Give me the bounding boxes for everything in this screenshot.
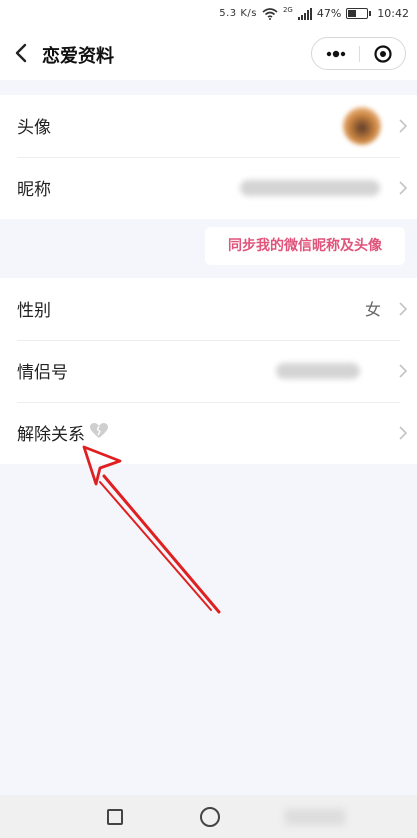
system-nav-bar <box>0 795 417 838</box>
avatar-label: 头像 <box>17 118 51 138</box>
chevron-right-icon <box>399 364 408 378</box>
recents-square-icon[interactable] <box>107 809 123 825</box>
back-arrow-icon[interactable] <box>12 42 32 64</box>
page-title: 恋爱资料 <box>42 46 114 67</box>
wifi-icon <box>262 7 278 20</box>
status-bar: 5.3 K/s 2G 47% 10:42 <box>0 0 417 28</box>
nickname-value-blurred <box>240 180 380 196</box>
battery-percent: 47% <box>316 7 342 20</box>
home-circle-icon[interactable] <box>200 807 220 827</box>
nickname-row[interactable]: 昵称 <box>0 157 417 219</box>
chevron-right-icon <box>399 302 408 316</box>
more-dots-icon[interactable] <box>320 45 352 63</box>
avatar-row[interactable]: 头像 <box>0 95 417 157</box>
clock: 10:42 <box>377 7 409 20</box>
mini-program-capsule <box>311 37 406 70</box>
network-type: 2G <box>282 5 293 14</box>
network-speed: 5.3 K/s <box>219 8 257 19</box>
battery-icon <box>346 8 372 19</box>
gender-row[interactable]: 性别 女 <box>0 278 417 340</box>
couple-id-row[interactable]: 情侣号 <box>0 340 417 402</box>
watermark-blurred <box>285 809 345 825</box>
signal-icon <box>297 7 312 20</box>
chevron-right-icon <box>399 119 408 133</box>
chevron-right-icon <box>399 426 408 440</box>
avatar[interactable] <box>343 107 381 145</box>
profile-group-bottom: 性别 女 情侣号 解除关系 <box>0 278 417 464</box>
sync-wechat-profile-button[interactable]: 同步我的微信昵称及头像 <box>205 227 405 265</box>
unbind-row[interactable]: 解除关系 <box>0 402 417 464</box>
broken-heart-icon <box>90 423 108 438</box>
couple-id-label: 情侣号 <box>17 363 68 383</box>
nickname-label: 昵称 <box>17 180 51 200</box>
gender-value: 女 <box>364 300 381 319</box>
nav-bar: 恋爱资料 <box>0 28 417 80</box>
capsule-divider <box>359 46 360 62</box>
chevron-right-icon <box>399 181 408 195</box>
profile-group-top: 头像 昵称 <box>0 95 417 219</box>
couple-id-value-blurred <box>276 363 360 379</box>
close-target-icon[interactable] <box>373 44 393 64</box>
unbind-label: 解除关系 <box>17 425 85 445</box>
gender-label: 性别 <box>17 301 51 321</box>
